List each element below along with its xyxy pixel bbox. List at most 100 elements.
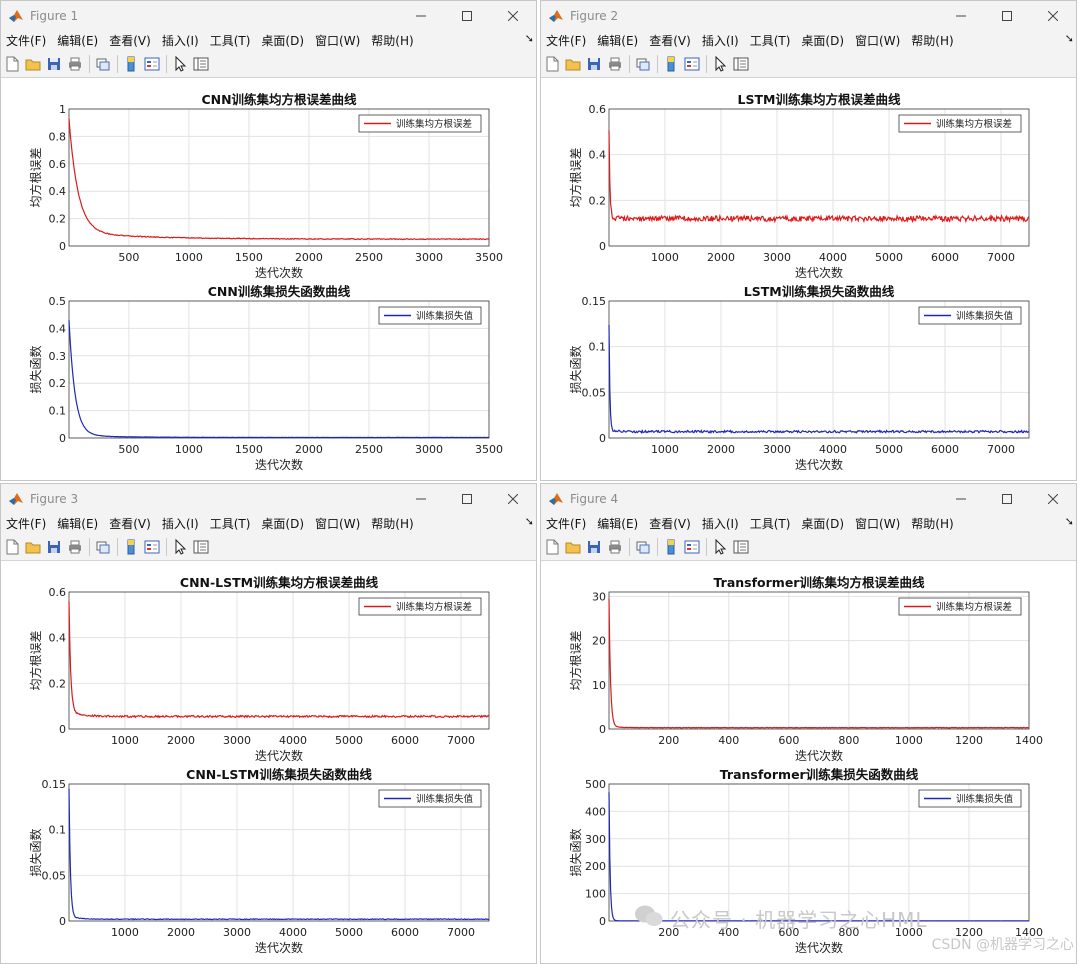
menu-item[interactable]: 窗口(W) [855, 32, 900, 49]
close-button[interactable] [490, 484, 536, 513]
menu-item[interactable]: 帮助(H) [371, 515, 413, 532]
open-folder-button[interactable] [564, 55, 582, 73]
property-inspector-button[interactable] [192, 55, 210, 73]
menu-item[interactable]: 文件(F) [6, 32, 46, 49]
menu-item[interactable]: 插入(I) [702, 32, 739, 49]
print-button[interactable] [606, 55, 624, 73]
menu-item[interactable]: 编辑(E) [57, 515, 98, 532]
menu-item[interactable]: 工具(T) [210, 515, 251, 532]
menu-item[interactable]: 插入(I) [162, 515, 199, 532]
maximize-button[interactable] [984, 484, 1030, 513]
menu-overflow-icon[interactable]: ➘ [525, 515, 534, 528]
title-bar[interactable]: Figure 3 [1, 484, 536, 513]
open-folder-button[interactable] [24, 55, 42, 73]
minimize-button[interactable] [938, 1, 984, 30]
menu-overflow-icon[interactable]: ➘ [1065, 32, 1074, 45]
link-figure-button[interactable] [634, 538, 652, 556]
open-folder-button[interactable] [564, 538, 582, 556]
save-button[interactable] [45, 55, 63, 73]
legend-button[interactable] [143, 538, 161, 556]
print-button[interactable] [66, 55, 84, 73]
minimize-button[interactable] [398, 1, 444, 30]
minimize-button[interactable] [938, 484, 984, 513]
new-file-button[interactable] [543, 55, 561, 73]
menu-item[interactable]: 插入(I) [162, 32, 199, 49]
new-file-button[interactable] [543, 538, 561, 556]
menu-item[interactable]: 窗口(W) [315, 515, 360, 532]
figure-axes-1[interactable]: 500 1000 1500 2000 2500 3000 3500 0 0.1 0.2 0.3 0.4… [1, 78, 537, 481]
menu-item[interactable]: 查看(V) [649, 515, 691, 532]
save-button[interactable] [45, 538, 63, 556]
menu-item[interactable]: 查看(V) [109, 32, 151, 49]
menu-item[interactable]: 桌面(D) [261, 515, 304, 532]
menu-item[interactable]: 帮助(H) [371, 32, 413, 49]
y-tick-label: 0.05 [582, 386, 607, 399]
maximize-button[interactable] [444, 1, 490, 30]
figure-axes-1[interactable]: 1000 2000 3000 4000 5000 6000 7000 0 0.05 0.1 0.15… [1, 561, 537, 964]
menu-item[interactable]: 查看(V) [109, 515, 151, 532]
menu-item[interactable]: 桌面(D) [261, 32, 304, 49]
menu-item[interactable]: 工具(T) [750, 515, 791, 532]
print-button[interactable] [66, 538, 84, 556]
property-inspector-button[interactable] [192, 538, 210, 556]
figure-window[interactable]: Figure 1 文件(F) 编辑(E) 查看(V) 插入(I) 工具(T) 桌面(D) 窗口… [0, 0, 537, 481]
legend[interactable]: 训练集损失值 [378, 789, 482, 808]
property-inspector-button[interactable] [732, 55, 750, 73]
figure-window[interactable]: Figure 3 文件(F) 编辑(E) 查看(V) 插入(I) 工具(T) 桌面(D) 窗口… [0, 483, 537, 964]
menu-item[interactable]: 工具(T) [750, 32, 791, 49]
link-figure-button[interactable] [94, 538, 112, 556]
menu-item[interactable]: 编辑(E) [597, 515, 638, 532]
pointer-button[interactable] [171, 55, 189, 73]
new-file-button[interactable] [3, 538, 21, 556]
link-figure-button[interactable] [634, 55, 652, 73]
minimize-button[interactable] [398, 484, 444, 513]
menu-item[interactable]: 文件(F) [546, 32, 586, 49]
menu-item[interactable]: 编辑(E) [597, 32, 638, 49]
colorbar-button[interactable] [122, 55, 140, 73]
legend-button[interactable] [683, 55, 701, 73]
figure-window[interactable]: Figure 4 文件(F) 编辑(E) 查看(V) 插入(I) 工具(T) 桌面(D) 窗口… [540, 483, 1077, 964]
save-button[interactable] [585, 538, 603, 556]
menu-item[interactable]: 查看(V) [649, 32, 691, 49]
menu-item[interactable]: 帮助(H) [911, 32, 953, 49]
property-inspector-button[interactable] [732, 538, 750, 556]
menu-item[interactable]: 桌面(D) [801, 515, 844, 532]
menu-item[interactable]: 帮助(H) [911, 515, 953, 532]
menu-item[interactable]: 文件(F) [546, 515, 586, 532]
menu-overflow-icon[interactable]: ➘ [525, 32, 534, 45]
colorbar-button[interactable] [662, 55, 680, 73]
menu-item[interactable]: 窗口(W) [855, 515, 900, 532]
menu-item[interactable]: 工具(T) [210, 32, 251, 49]
colorbar-button[interactable] [122, 538, 140, 556]
pointer-button[interactable] [711, 538, 729, 556]
pointer-button[interactable] [171, 538, 189, 556]
title-bar[interactable]: Figure 4 [541, 484, 1076, 513]
legend-button[interactable] [683, 538, 701, 556]
close-button[interactable] [1030, 1, 1076, 30]
legend-button[interactable] [143, 55, 161, 73]
legend[interactable]: 训练集损失值 [918, 789, 1022, 808]
pointer-button[interactable] [711, 55, 729, 73]
menu-item[interactable]: 文件(F) [6, 515, 46, 532]
menu-item[interactable]: 窗口(W) [315, 32, 360, 49]
colorbar-button[interactable] [662, 538, 680, 556]
title-bar[interactable]: Figure 2 [541, 1, 1076, 30]
maximize-button[interactable] [984, 1, 1030, 30]
legend[interactable]: 训练集损失值 [918, 306, 1022, 325]
new-file-button[interactable] [3, 55, 21, 73]
figure-window[interactable]: Figure 2 文件(F) 编辑(E) 查看(V) 插入(I) 工具(T) 桌面(D) 窗口… [540, 0, 1077, 481]
menu-item[interactable]: 插入(I) [702, 515, 739, 532]
maximize-button[interactable] [444, 484, 490, 513]
menu-item[interactable]: 桌面(D) [801, 32, 844, 49]
legend[interactable]: 训练集损失值 [378, 306, 482, 325]
title-bar[interactable]: Figure 1 [1, 1, 536, 30]
close-button[interactable] [490, 1, 536, 30]
open-folder-button[interactable] [24, 538, 42, 556]
print-button[interactable] [606, 538, 624, 556]
link-figure-button[interactable] [94, 55, 112, 73]
menu-overflow-icon[interactable]: ➘ [1065, 515, 1074, 528]
save-button[interactable] [585, 55, 603, 73]
figure-axes-1[interactable]: 1000 2000 3000 4000 5000 6000 7000 0 0.05 0.1 0.15… [541, 78, 1077, 481]
close-button[interactable] [1030, 484, 1076, 513]
menu-item[interactable]: 编辑(E) [57, 32, 98, 49]
